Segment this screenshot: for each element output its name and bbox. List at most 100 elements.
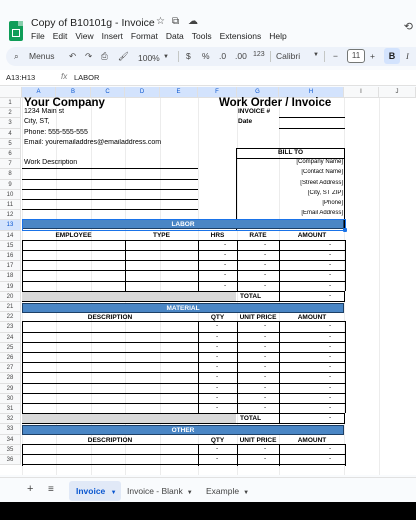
row-header[interactable]: 24 (0, 332, 21, 343)
row-header[interactable]: 28 (0, 373, 21, 384)
tab-example[interactable]: Example ▼ (206, 486, 249, 496)
column-header[interactable]: J (379, 87, 416, 98)
sheets-logo-icon[interactable] (9, 21, 23, 41)
redo-icon[interactable]: ↷ (85, 51, 92, 62)
fill-handle[interactable] (343, 227, 347, 232)
bill-to-field[interactable]: [Contact Name] (237, 169, 343, 175)
increase-decimal[interactable]: .00 (235, 51, 247, 61)
row-header[interactable]: 7 (0, 159, 21, 170)
undo-icon[interactable]: ↶ (69, 51, 76, 62)
bill-to-field[interactable]: [City, ST ZIP] (237, 190, 343, 196)
row-header[interactable]: 19 (0, 281, 21, 292)
column-header[interactable]: D (125, 87, 160, 98)
row-header[interactable]: 15 (0, 240, 21, 251)
spreadsheet-grid[interactable]: ABCDEFGHIJ 1 2 3 4 5 6 7 8 9 10 11 12 13 14 15 16 17 18 19… (0, 87, 416, 475)
row-header[interactable]: 3 (0, 118, 21, 129)
move-folder-icon[interactable]: ⧉ (172, 16, 179, 27)
row-header[interactable]: 12 (0, 210, 21, 221)
cloud-status-icon[interactable]: ☁ (188, 16, 198, 27)
decrease-decimal[interactable]: .0 (219, 51, 226, 61)
row-header[interactable]: 13 (0, 220, 21, 231)
italic-button[interactable]: I (406, 51, 409, 61)
row-header[interactable]: 27 (0, 363, 21, 374)
chevron-down-icon[interactable]: ▼ (313, 52, 319, 58)
name-box[interactable]: A13:H13 (6, 73, 35, 82)
font-size-input[interactable]: 11 (347, 49, 365, 63)
row-header[interactable]: 10 (0, 189, 21, 200)
date-underline (279, 127, 345, 129)
row-header[interactable]: 9 (0, 179, 21, 190)
material-row-line (22, 331, 345, 333)
number-format[interactable]: 123 (253, 51, 265, 58)
zoom-select[interactable]: 100% ▼ (138, 49, 174, 64)
row-header[interactable]: 17 (0, 261, 21, 272)
row-header[interactable]: 5 (0, 138, 21, 149)
row-header[interactable]: 14 (0, 230, 21, 241)
row-header[interactable]: 26 (0, 353, 21, 364)
search-menus[interactable]: Menus (29, 51, 55, 61)
row-header[interactable]: 33 (0, 424, 21, 435)
row-header[interactable]: 11 (0, 200, 21, 211)
formula-input[interactable]: LABOR (74, 73, 99, 82)
labor-section-header[interactable]: LABOR (22, 219, 344, 230)
row-header[interactable]: 8 (0, 169, 21, 180)
bill-to-field[interactable]: [Street Address] (237, 180, 343, 186)
menu-tools[interactable]: Tools (192, 31, 212, 41)
star-icon[interactable]: ☆ (156, 16, 165, 27)
add-sheet-button[interactable]: + (27, 483, 33, 495)
material-section-header[interactable]: MATERIAL (22, 303, 344, 313)
tab-invoice[interactable]: Invoice ▼ (69, 481, 121, 501)
all-sheets-button[interactable]: ≡ (48, 484, 54, 495)
font-select[interactable]: Calibri (276, 51, 300, 61)
row-header[interactable]: 21 (0, 302, 21, 313)
menu-insert[interactable]: Insert (102, 31, 123, 41)
menu-edit[interactable]: Edit (53, 31, 68, 41)
row-header[interactable]: 35 (0, 444, 21, 455)
labor-cell-value: - (224, 261, 227, 269)
tab-invoice-blank[interactable]: Invoice - Blank ▼ (127, 486, 193, 496)
history-icon[interactable]: ⟲ (404, 20, 413, 33)
menu-view[interactable]: View (75, 31, 93, 41)
percent-format[interactable]: % (202, 51, 210, 61)
menu-help[interactable]: Help (269, 31, 286, 41)
row-header[interactable]: 25 (0, 342, 21, 353)
menu-extensions[interactable]: Extensions (220, 31, 262, 41)
search-icon[interactable]: ⌕ (14, 51, 19, 62)
decrease-font-icon[interactable]: − (333, 51, 338, 61)
row-header[interactable]: 30 (0, 393, 21, 404)
menu-format[interactable]: Format (131, 31, 158, 41)
row-header[interactable]: 2 (0, 108, 21, 119)
bold-button[interactable]: B (384, 48, 400, 64)
currency-format[interactable]: $ (186, 51, 191, 61)
paint-format-icon[interactable]: 🖌 (118, 51, 129, 62)
row-header[interactable]: 31 (0, 404, 21, 415)
print-icon[interactable]: ⎙ (101, 51, 108, 62)
row-header[interactable]: 18 (0, 271, 21, 282)
bill-to-field[interactable]: [Phone] (237, 200, 343, 206)
row-header[interactable]: 22 (0, 312, 21, 323)
row-header[interactable]: 36 (0, 455, 21, 466)
other-section-header[interactable]: OTHER (22, 425, 344, 436)
menu-file[interactable]: File (31, 31, 45, 41)
row-header[interactable]: 16 (0, 251, 21, 262)
row-header[interactable]: 6 (0, 149, 21, 160)
row-header[interactable]: 32 (0, 414, 21, 425)
chevron-down-icon[interactable]: ▼ (111, 490, 117, 496)
document-title[interactable]: Copy of B10101g - Invoice (31, 17, 155, 29)
labor-total-value: - (329, 291, 332, 299)
row-header[interactable]: 34 (0, 434, 21, 445)
row-header[interactable]: 20 (0, 291, 21, 302)
work-description-line (22, 178, 198, 180)
bill-to-field[interactable]: [Email Address] (237, 210, 343, 216)
material-column-header: QTY (210, 314, 225, 322)
row-header[interactable]: 4 (0, 128, 21, 139)
column-header[interactable]: E (160, 87, 198, 98)
select-all-corner[interactable] (0, 87, 22, 98)
increase-font-icon[interactable]: + (370, 51, 375, 61)
menu-data[interactable]: Data (166, 31, 184, 41)
column-header[interactable]: I (344, 87, 379, 98)
row-header[interactable]: 23 (0, 322, 21, 333)
row-header[interactable]: 29 (0, 383, 21, 394)
bill-to-field[interactable]: [Company Name] (237, 159, 343, 165)
row-header[interactable]: 1 (0, 98, 21, 109)
